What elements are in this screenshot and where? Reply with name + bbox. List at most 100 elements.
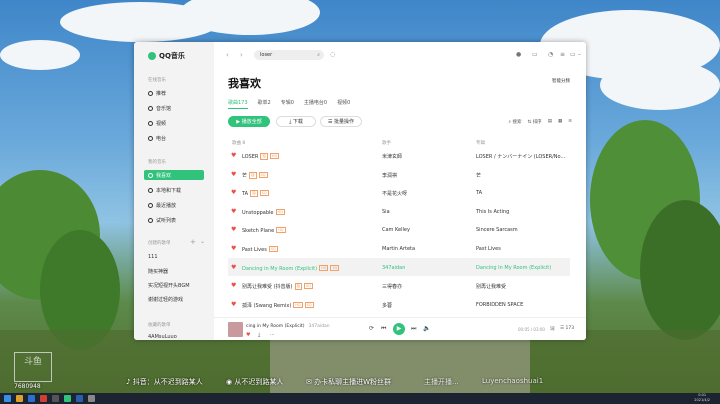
tab-radio[interactable]: 主播电台0 [304,99,327,109]
sort-button[interactable]: ⇅ 排序 [527,119,541,125]
song-title[interactable]: 别再让我难受 (抖音版) 独 SQ [242,283,313,291]
table-row[interactable]: ♥ Past Lives SQ Martin Arteta Past Lives [228,239,570,257]
sidebar-item-recent[interactable]: 最近播放 [144,200,204,210]
heart-icon[interactable]: ♥ [231,171,236,178]
next-icon[interactable]: ⏭ [411,325,416,333]
mini-mode-icon[interactable]: ▭ [570,51,576,58]
table-row[interactable]: ♥ 芒独 SQ 李润祺 芒 [228,165,570,183]
song-album[interactable]: LOSER / ナンバーナイン (LOSER/No... [476,153,568,160]
start-icon[interactable] [4,395,11,402]
heart-icon[interactable]: ♥ [231,282,236,289]
song-album[interactable]: This Is Acting [476,209,568,215]
song-singer[interactable]: 不是花火呀 [382,190,407,197]
song-album[interactable]: TA [476,190,568,196]
voice-search-icon[interactable]: ◌ [330,51,335,58]
loop-icon[interactable]: ⟳ [369,325,374,332]
song-title[interactable]: Past Lives SQ [242,246,278,253]
taskbar-app-icon[interactable] [16,395,23,402]
search-input[interactable]: loser ⌕ [254,50,324,60]
download-icon[interactable]: ⤓ [258,332,260,338]
playlist-item[interactable]: 实况短视开头BGM [148,282,190,289]
table-row[interactable]: ♥ 别再让我难受 (抖音版) 独 SQ 三得春亦 别再让我难受 [228,276,570,294]
heart-icon[interactable]: ♥ [231,189,236,196]
tab-videos[interactable]: 视频0 [337,99,350,109]
heart-icon[interactable]: ♥ [231,301,236,308]
table-row[interactable]: ♥ LOSER 独 HQ 米津玄師 LOSER / ナンバーナイン (LOSER/No..… [228,146,570,164]
playlist-item[interactable]: 谢谢过轻的游戏 [148,296,183,303]
vip-badge-icon[interactable]: ▭ [532,51,538,58]
tab-albums[interactable]: 专辑0 [281,99,294,109]
song-singer[interactable]: Sia [382,209,390,215]
taskbar-app-icon[interactable] [52,395,59,402]
playlist-item[interactable]: 111 [148,254,158,260]
like-icon[interactable]: ♥ [246,332,250,338]
song-album[interactable]: Past Lives [476,246,568,252]
download-button[interactable]: ⤓ 下载 [276,116,316,127]
table-row[interactable]: ♥ Unstoppable HQ Sia This Is Acting [228,202,570,220]
song-album[interactable]: Dancing In My Room (Explicit) [476,265,568,271]
table-row[interactable]: ♥ Sketch Plane HQ Cam Kelley Sincere Sarcasm [228,220,570,238]
sidebar-item-music-hall[interactable]: 音乐馆 [144,103,204,113]
song-album[interactable]: FORBIDDEN SPACE [476,302,568,308]
song-title[interactable]: TA 独 SQ [242,190,269,198]
volume-icon[interactable]: 🔈 [423,325,430,332]
sidebar-item-local-download[interactable]: 本地和下载 [144,185,204,195]
playlist-item[interactable]: 随买神器 [148,268,168,275]
song-title[interactable]: 孤泽 (Swang Remix) HQ SQ [242,301,314,309]
search-icon[interactable]: ⌕ [317,50,320,60]
taskbar-app-icon[interactable] [28,395,35,402]
avatar[interactable]: ● [516,51,521,58]
tab-songs[interactable]: 歌曲173 [228,99,248,109]
compact-view-icon[interactable]: ≡ [568,119,572,125]
playlist-item[interactable]: 4AMsuLuuo [148,334,177,340]
settings-icon[interactable]: ≡ [560,51,565,58]
play-all-button[interactable]: ▶ 播放全部 [228,116,270,127]
play-button[interactable]: ▶ [393,323,405,335]
smart-play-button[interactable]: 智能分频 [552,78,570,84]
heart-icon[interactable]: ♥ [231,264,236,271]
sidebar-item-recommend[interactable]: 推荐 [144,88,204,98]
more-icon[interactable]: ⋯ [270,332,275,338]
song-album[interactable]: 别再让我难受 [476,283,568,290]
table-row[interactable]: ♥ TA 独 SQ 不是花火呀 TA [228,183,570,201]
grid-view-icon[interactable]: ▦ [558,119,562,125]
song-title[interactable]: Unstoppable HQ [242,208,285,216]
add-playlist-icon[interactable]: + [190,238,196,246]
prev-icon[interactable]: ⏮ [381,325,386,333]
song-title[interactable]: Dancing in My Room (Explicit) HQ SQ [242,264,340,272]
list-search-button[interactable]: ⌕ 搜索 [509,119,522,125]
sidebar-item-video[interactable]: 视频 [144,118,204,128]
heart-icon[interactable]: ♥ [231,152,236,159]
song-singer[interactable]: 米津玄師 [382,153,402,160]
table-row[interactable]: ♥ Dancing in My Room (Explicit) HQ SQ 347aid… [228,257,570,276]
list-view-icon[interactable]: ▤ [548,119,552,125]
taskbar-app-icon[interactable] [40,395,47,402]
collapse-icon[interactable]: ⌄ [200,238,205,245]
song-album[interactable]: Sincere Sarcasm [476,227,568,233]
song-title[interactable]: 芒独 SQ [242,171,268,179]
heart-icon[interactable]: ♥ [231,245,236,252]
heart-icon[interactable]: ♥ [231,208,236,215]
song-singer[interactable]: 李润祺 [382,172,397,179]
song-singer[interactable]: 三得春亦 [382,283,402,290]
clock[interactable]: 0:01 2021/4/2 [694,393,710,403]
taskbar-app-icon[interactable] [88,395,95,402]
playlist-count[interactable]: ☰ 173 [560,326,574,331]
song-singer[interactable]: Martin Arteta [382,246,415,252]
batch-operation-button[interactable]: ☰ 批量操作 [320,116,362,127]
song-title[interactable]: LOSER 独 HQ [242,153,280,160]
tab-playlists[interactable]: 歌单2 [258,99,271,109]
song-title[interactable]: Sketch Plane HQ [242,227,286,234]
minimize-icon[interactable]: – [578,51,581,58]
taskbar-app-icon[interactable] [76,395,83,402]
heart-icon[interactable]: ♥ [231,226,236,233]
sidebar-item-trial-list[interactable]: 试听列表 [144,215,204,225]
lyrics-icon[interactable]: 词 [550,326,555,332]
song-singer[interactable]: 多蓉 [382,302,392,309]
song-album[interactable]: 芒 [476,172,568,179]
sidebar-item-liked[interactable]: 我喜欢 [144,170,204,180]
song-singer[interactable]: Cam Kelley [382,227,410,233]
song-singer[interactable]: 347aidan [382,265,405,271]
table-row[interactable]: ♥ 孤泽 (Swang Remix) HQ SQ 多蓉 FORBIDDEN SPACE [228,295,570,313]
album-cover[interactable] [228,322,243,337]
